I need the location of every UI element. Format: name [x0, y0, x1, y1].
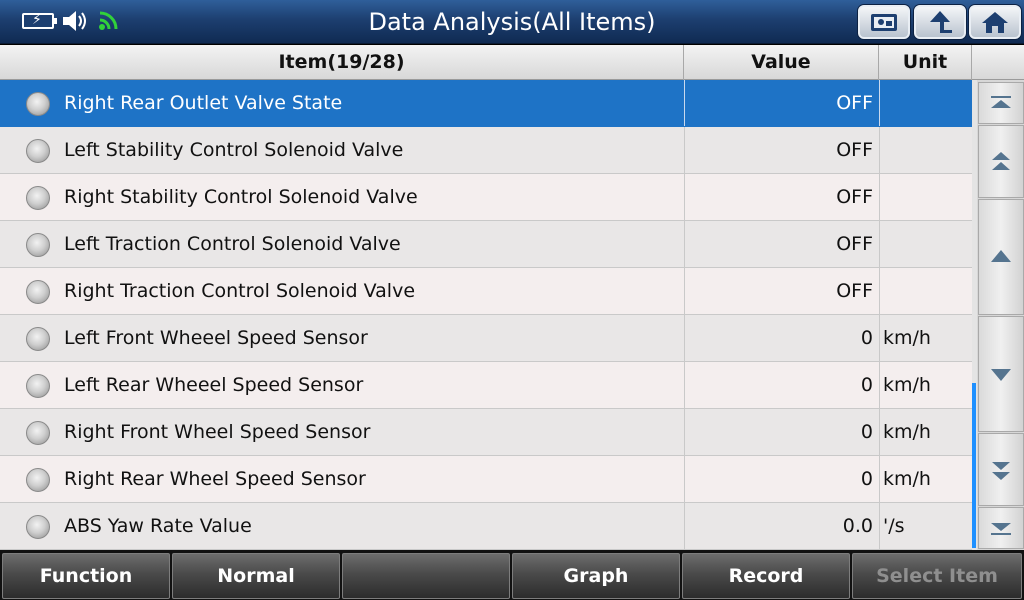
item-value: OFF [684, 80, 880, 126]
back-button[interactable] [914, 5, 966, 39]
scroll-up-button[interactable] [978, 199, 1024, 315]
scroll-top-icon [991, 96, 1011, 108]
table-row[interactable]: Left Rear Wheeel Speed Sensor 0 km/h [0, 362, 972, 409]
table-row[interactable]: Right Traction Control Solenoid Valve OF… [0, 268, 972, 315]
table-header: Item(19/28) Value Unit [0, 45, 1024, 80]
home-icon [982, 12, 1008, 33]
item-name: Right Stability Control Solenoid Valve [64, 186, 418, 208]
item-value: 0 [684, 315, 880, 361]
row-indicator-icon [26, 327, 50, 351]
bottom-toolbar: Function Normal Graph Record Select Item [0, 550, 1024, 600]
scroll-bottom-button[interactable] [978, 507, 1024, 549]
function-button[interactable]: Function [2, 553, 170, 599]
column-header-spacer [972, 45, 1024, 80]
item-unit [879, 174, 972, 220]
scroll-down-button[interactable] [978, 316, 1024, 432]
screenshot-button[interactable] [858, 5, 910, 39]
item-value: 0.0 [684, 503, 880, 549]
item-value: OFF [684, 221, 880, 267]
screenshot-icon [871, 14, 897, 31]
item-name: Left Traction Control Solenoid Valve [64, 233, 401, 255]
page-up-button[interactable] [978, 125, 1024, 198]
item-unit: km/h [879, 456, 972, 502]
home-button[interactable] [969, 5, 1021, 39]
item-name: Left Stability Control Solenoid Valve [64, 139, 404, 161]
item-unit [879, 268, 972, 314]
table-row[interactable]: Right Rear Wheel Speed Sensor 0 km/h [0, 456, 972, 503]
item-unit [879, 127, 972, 173]
column-header-unit: Unit [879, 45, 972, 80]
page-down-button[interactable] [978, 433, 1024, 506]
item-name: Left Front Wheeel Speed Sensor [64, 327, 368, 349]
column-header-value: Value [684, 45, 879, 80]
item-name: Right Rear Wheel Speed Sensor [64, 468, 366, 490]
scroll-down-icon [991, 369, 1011, 381]
row-indicator-icon [26, 468, 50, 492]
normal-button[interactable]: Normal [172, 553, 340, 599]
page-up-icon [992, 151, 1010, 170]
item-value: OFF [684, 268, 880, 314]
row-indicator-icon [26, 374, 50, 398]
item-value: OFF [684, 127, 880, 173]
item-unit: km/h [879, 315, 972, 361]
item-name: ABS Yaw Rate Value [64, 515, 252, 537]
item-unit: km/h [879, 362, 972, 408]
item-unit: '/s [879, 503, 972, 549]
item-name: Right Traction Control Solenoid Valve [64, 280, 416, 302]
item-unit [879, 221, 972, 267]
item-value: OFF [684, 174, 880, 220]
column-header-item: Item(19/28) [0, 45, 684, 80]
table-row[interactable]: Left Traction Control Solenoid Valve OFF [0, 221, 972, 268]
row-indicator-icon [26, 280, 50, 304]
item-unit: km/h [879, 409, 972, 455]
page-down-icon [992, 461, 1010, 480]
table-row[interactable]: Left Stability Control Solenoid Valve OF… [0, 127, 972, 174]
row-indicator-icon [26, 421, 50, 445]
row-indicator-icon [26, 515, 50, 539]
row-indicator-icon [26, 186, 50, 210]
item-value: 0 [684, 456, 880, 502]
item-name: Right Rear Outlet Valve State [64, 92, 343, 114]
select-item-button[interactable]: Select Item [852, 553, 1022, 599]
row-indicator-icon [26, 233, 50, 257]
table-row[interactable]: Left Front Wheeel Speed Sensor 0 km/h [0, 315, 972, 362]
data-list: Right Rear Outlet Valve State OFF Left S… [0, 80, 972, 550]
row-indicator-icon [26, 139, 50, 163]
empty-button[interactable] [342, 553, 510, 599]
table-row[interactable]: Right Stability Control Solenoid Valve O… [0, 174, 972, 221]
table-row[interactable]: Right Front Wheel Speed Sensor 0 km/h [0, 409, 972, 456]
record-button[interactable]: Record [682, 553, 850, 599]
item-value: 0 [684, 362, 880, 408]
scroll-top-button[interactable] [978, 82, 1024, 124]
scrollbar-thumb[interactable] [972, 383, 976, 548]
row-indicator-icon [26, 92, 50, 116]
item-name: Left Rear Wheeel Speed Sensor [64, 374, 364, 396]
item-unit [879, 80, 972, 126]
table-row[interactable]: Right Rear Outlet Valve State OFF [0, 80, 972, 127]
table-row[interactable]: ABS Yaw Rate Value 0.0 '/s [0, 503, 972, 550]
item-name: Right Front Wheel Speed Sensor [64, 421, 371, 443]
scroll-bottom-icon [991, 523, 1011, 535]
scroll-up-icon [991, 250, 1011, 262]
back-arrow-icon [930, 11, 952, 33]
title-bar: ⚡ Data Analysis(All Items) [0, 0, 1024, 44]
graph-button[interactable]: Graph [512, 553, 680, 599]
item-value: 0 [684, 409, 880, 455]
